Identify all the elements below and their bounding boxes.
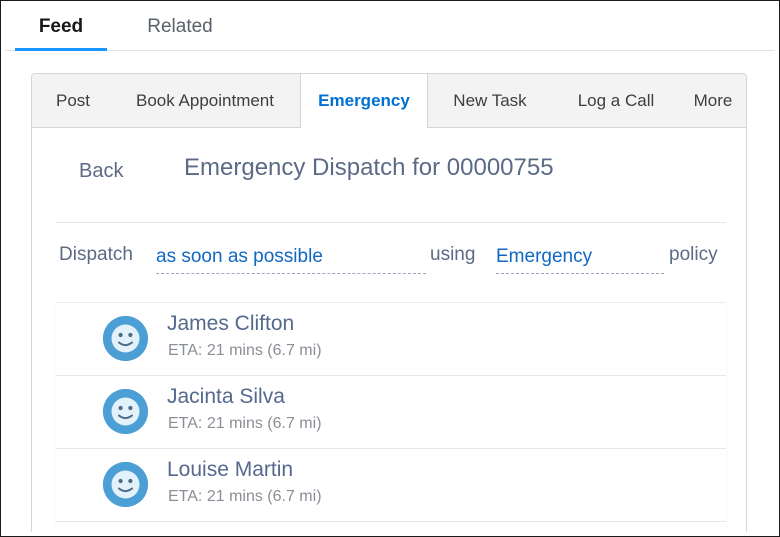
dispatch-policy-field[interactable]: Emergency <box>496 244 664 274</box>
tab-emergency-label: Emergency <box>318 91 410 110</box>
resource-name: Jacinta Silva <box>167 385 285 408</box>
table-row[interactable]: James Clifton ETA: 21 mins (6.7 mi) <box>56 303 726 376</box>
tab-book-appointment-label: Book Appointment <box>136 91 274 110</box>
dispatch-using-label: using <box>430 244 476 265</box>
smiley-face-avatar-icon <box>103 389 148 434</box>
record-tab-feed-label: Feed <box>38 16 84 37</box>
record-tab-related[interactable]: Related <box>125 5 235 51</box>
publisher-tab-bar: Post Book Appointment Emergency New Task… <box>32 74 746 129</box>
dispatch-sentence: Dispatch as soon as possible using Emerg… <box>32 240 746 276</box>
tab-emergency[interactable]: Emergency <box>300 74 428 129</box>
screenshot-frame: Feed Related Post Book Appointment Emerg… <box>0 0 780 537</box>
tab-more-label: More <box>693 91 733 110</box>
tab-new-task-label: New Task <box>453 91 527 110</box>
table-row[interactable]: Louise Martin ETA: 21 mins (6.7 mi) <box>56 449 726 522</box>
record-tab-feed[interactable]: Feed <box>15 5 107 51</box>
tab-post[interactable]: Post <box>34 74 112 128</box>
back-button[interactable]: Back <box>79 160 123 183</box>
resource-name: Louise Martin <box>167 458 294 481</box>
resource-eta: ETA: 21 mins (6.7 mi) <box>168 342 322 359</box>
smiley-face-avatar-icon <box>103 462 148 507</box>
resource-eta: ETA: 21 mins (6.7 mi) <box>168 488 322 505</box>
tab-log-a-call[interactable]: Log a Call <box>552 74 680 128</box>
publisher-card: Post Book Appointment Emergency New Task… <box>31 73 747 532</box>
tab-new-task[interactable]: New Task <box>428 74 552 128</box>
panel-header: Back Emergency Dispatch for 00000755 <box>32 150 746 200</box>
tab-book-appointment[interactable]: Book Appointment <box>112 74 298 128</box>
tab-more[interactable]: More <box>680 74 746 128</box>
resource-name: James Clifton <box>167 312 295 335</box>
tab-post-label: Post <box>55 91 91 110</box>
table-row[interactable]: Jacinta Silva ETA: 21 mins (6.7 mi) <box>56 376 726 449</box>
smiley-face-avatar-icon <box>103 316 148 361</box>
header-divider <box>56 222 726 223</box>
dispatch-policy-label: policy <box>669 244 718 265</box>
tab-log-a-call-label: Log a Call <box>577 91 655 110</box>
record-tab-related-label: Related <box>147 16 213 37</box>
dispatch-lead-label: Dispatch <box>59 244 133 265</box>
dispatch-when-field[interactable]: as soon as possible <box>156 244 426 274</box>
resource-eta: ETA: 21 mins (6.7 mi) <box>168 415 322 432</box>
resource-list: James Clifton ETA: 21 mins (6.7 mi) Jaci… <box>56 302 726 532</box>
page-title: Emergency Dispatch for 00000755 <box>184 154 554 181</box>
emergency-dispatch-panel: Back Emergency Dispatch for 00000755 Dis… <box>32 128 746 532</box>
app-viewport: Feed Related Post Book Appointment Emerg… <box>5 5 775 532</box>
record-tab-bar: Feed Related <box>5 5 775 51</box>
